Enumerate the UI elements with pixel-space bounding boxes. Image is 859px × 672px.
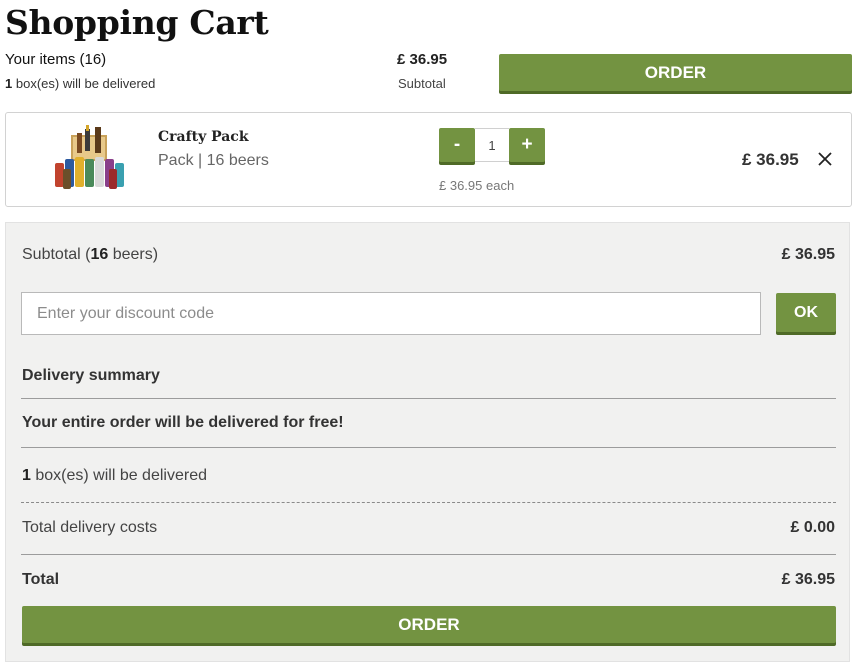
page-title: Shopping Cart [5,3,269,42]
delivery-summary-heading: Delivery summary [22,367,160,384]
decrement-button[interactable]: - [439,128,475,162]
order-summary: Subtotal (16 beers) £ 36.95 OK Delivery … [5,222,850,662]
product-name[interactable]: Crafty Pack [158,129,249,145]
total-label: Total [22,571,60,588]
summary-subtotal-label: Subtotal (16 beers) [22,246,158,264]
product-image[interactable] [51,125,131,195]
summary-boxes-count: 1 [22,467,31,484]
boxes-delivered-line: 1 box(es) will be delivered [22,467,207,485]
unit-price: £ 36.95 each [439,178,515,193]
dashed-divider [21,502,836,503]
header-subtotal-label: Subtotal [398,76,446,91]
cart-item: Crafty Pack Pack | 16 beers - 1 + £ 36.9… [5,112,852,207]
subtotal-count: 16 [90,246,109,263]
header-subtotal-price: £ 36.95 [397,51,448,68]
free-delivery-message: Your entire order will be delivered for … [22,414,344,431]
quantity-stepper: - 1 + [439,128,545,165]
close-icon[interactable] [818,149,832,172]
beer-pack-image [55,125,124,189]
divider [21,554,836,555]
product-meta: Pack | 16 beers [158,152,269,169]
boxes-count: 1 [5,76,13,91]
discount-ok-button[interactable]: OK [776,293,836,332]
summary-subtotal-value: £ 36.95 [781,246,835,263]
discount-code-input[interactable] [21,292,761,335]
order-button-bottom[interactable]: ORDER [22,606,836,643]
summary-boxes-text: box(es) will be delivered [30,467,207,484]
line-total-price: £ 36.95 [742,150,799,169]
subtotal-suffix: beers) [108,246,159,263]
your-items-text: Your items [5,51,76,68]
your-items-label: Your items (16) [5,51,106,68]
total-value: £ 36.95 [781,571,835,588]
boxes-delivered-header: 1 box(es) will be delivered [5,76,155,91]
boxes-text: box(es) will be delivered [15,76,156,91]
items-count: (16) [79,51,107,68]
order-button-top[interactable]: ORDER [499,54,852,91]
divider [21,447,836,448]
delivery-costs-label: Total delivery costs [22,519,158,536]
subtotal-prefix: Subtotal ( [22,246,91,263]
divider [21,398,836,399]
remove-item-icon [818,152,832,166]
quantity-value[interactable]: 1 [475,128,509,162]
increment-button[interactable]: + [509,128,545,162]
delivery-costs-value: £ 0.00 [790,519,835,536]
